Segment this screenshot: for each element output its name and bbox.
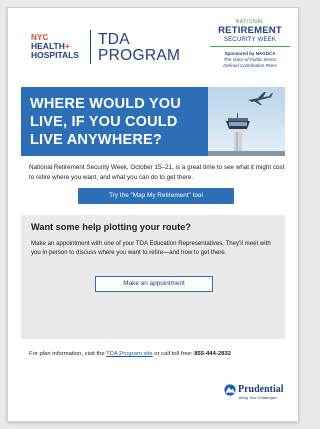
footer-contact-line: For plan information, visit the TDA Prog… bbox=[29, 350, 289, 359]
nrsw-badge-logo: NATIONAL RETIREMENT SECURITY WEEK Sponso… bbox=[208, 18, 292, 68]
make-appointment-button[interactable]: Make an appointment bbox=[95, 276, 213, 292]
hero-line2: LIVE, IF YOU COULD bbox=[30, 114, 178, 130]
tda-program-site-link[interactable]: TDA Program site bbox=[106, 351, 152, 357]
prudential-rock-icon bbox=[224, 384, 236, 396]
tda-title-line1: TDA bbox=[98, 31, 130, 48]
hero-line1: WHERE WOULD YOU bbox=[30, 96, 181, 112]
header-divider bbox=[90, 30, 91, 64]
intro-paragraph: National Retirement Security Week, Octob… bbox=[29, 164, 285, 181]
prudential-tagline: Bring Your Challenges bbox=[239, 396, 277, 400]
email-body: NYC HEALTH+ HOSPITALS TDA PROGRAM NATION… bbox=[7, 7, 299, 422]
email-header: NYC HEALTH+ HOSPITALS TDA PROGRAM NATION… bbox=[8, 8, 298, 80]
tda-program-title: TDA PROGRAM bbox=[98, 32, 180, 64]
help-panel: Want some help plotting your route? Make… bbox=[21, 215, 285, 339]
logo-line-hospitals: HOSPITALS bbox=[31, 50, 80, 60]
tda-title-line2: PROGRAM bbox=[98, 47, 181, 64]
panel-title: Want some help plotting your route? bbox=[31, 222, 191, 232]
airport-tower-photo bbox=[208, 87, 285, 156]
prudential-logo: Prudential Bring Your Challenges bbox=[224, 381, 294, 405]
hero-line3: LIVE ANYWHERE? bbox=[30, 132, 162, 148]
nrsw-retirement: RETIREMENT bbox=[218, 25, 282, 36]
nyc-health-hospitals-logo: NYC HEALTH+ HOSPITALS bbox=[31, 33, 83, 60]
map-my-retirement-button[interactable]: Try the "Map My Retirement" tool bbox=[78, 188, 234, 204]
nrsw-divider bbox=[210, 46, 290, 47]
phone-number: 855-444-2832 bbox=[194, 351, 231, 357]
nrsw-voice-line2: Defined Contribution Plans bbox=[223, 62, 277, 68]
footer-middle: or call toll free: bbox=[152, 351, 195, 357]
hero-banner: WHERE WOULD YOU LIVE, IF YOU COULD LIVE … bbox=[21, 87, 285, 156]
prudential-name: Prudential bbox=[238, 384, 284, 395]
panel-body: Make an appointment with one of your TDA… bbox=[31, 240, 271, 256]
footer-prefix: For plan information, visit the bbox=[29, 351, 107, 357]
nrsw-security-week: SECURITY WEEK bbox=[223, 37, 277, 43]
hero-headline: WHERE WOULD YOU LIVE, IF YOU COULD LIVE … bbox=[30, 95, 198, 149]
